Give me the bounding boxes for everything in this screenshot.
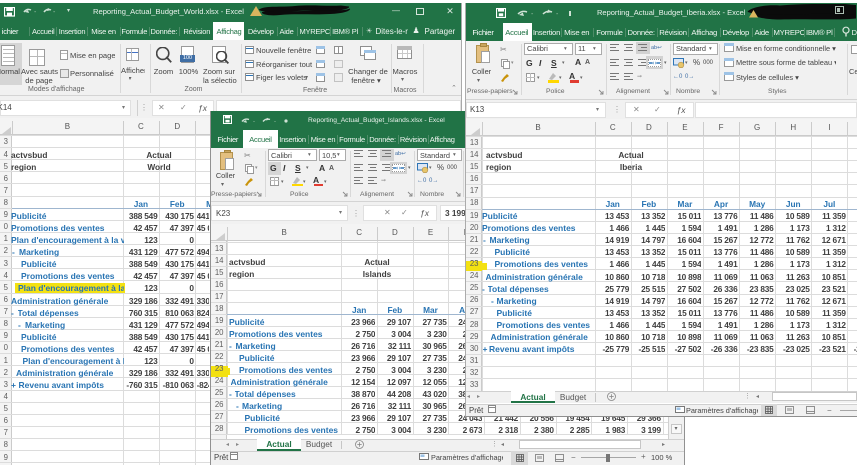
svg-text:-: - bbox=[531, 11, 534, 18]
svg-text:-: - bbox=[34, 9, 37, 16]
svg-text:-: - bbox=[556, 11, 559, 18]
svg-text:-: - bbox=[53, 9, 56, 16]
svg-text:-: - bbox=[253, 119, 255, 125]
svg-text:-: - bbox=[274, 119, 276, 125]
